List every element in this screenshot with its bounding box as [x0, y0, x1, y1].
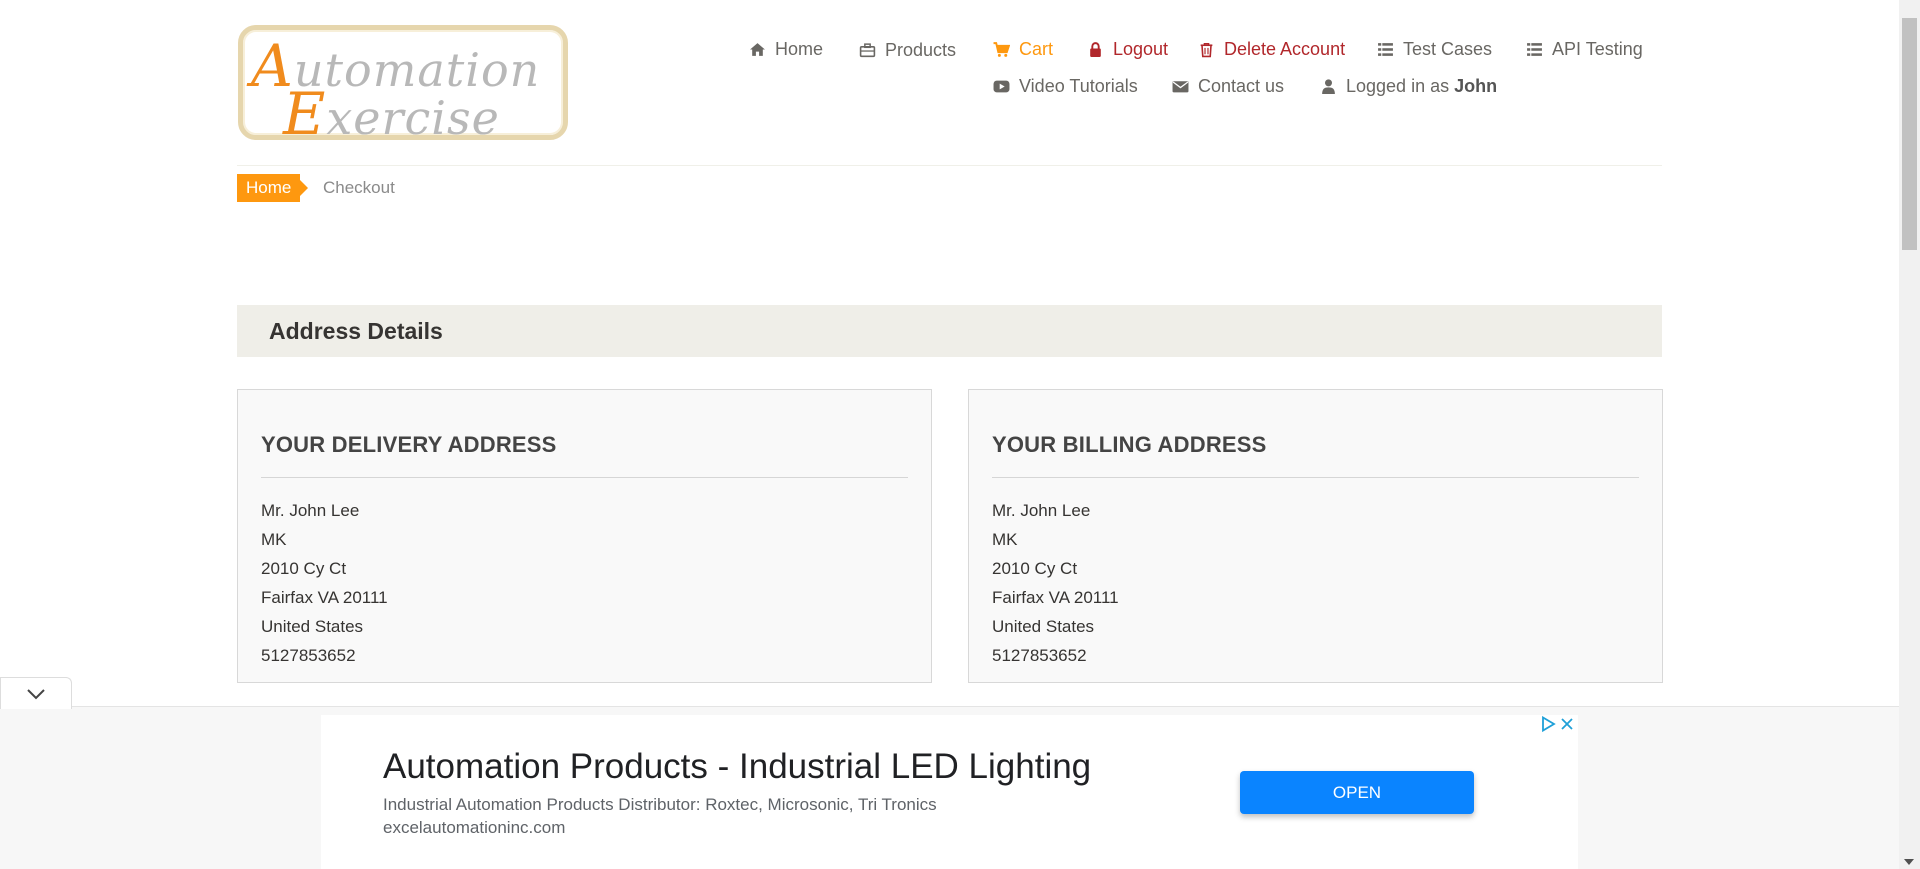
- ad-choices-icon[interactable]: [1539, 715, 1557, 733]
- billing-company: MK: [992, 530, 1018, 549]
- billing-country: United States: [992, 617, 1095, 636]
- nav-delete-account[interactable]: Delete Account: [1198, 39, 1345, 60]
- delivery-street: 2010 Cy Ct: [261, 559, 347, 578]
- address-details-header: Address Details: [237, 305, 1662, 357]
- nav-video-tutorials[interactable]: Video Tutorials: [993, 76, 1138, 97]
- nav-video-tutorials-label: Video Tutorials: [1019, 76, 1138, 96]
- site-logo[interactable]: Automation Exercise: [238, 25, 568, 148]
- delivery-city-state-zip: Fairfax VA 20111: [261, 588, 388, 607]
- nav-logout-label: Logout: [1113, 39, 1169, 59]
- delivery-address-card: YOUR DELIVERY ADDRESS Mr. John Lee MK 20…: [237, 389, 932, 683]
- youtube-play-icon: [993, 80, 1010, 93]
- nav-cart[interactable]: Cart: [993, 39, 1053, 60]
- delivery-address-heading: YOUR DELIVERY ADDRESS: [261, 432, 557, 457]
- delivery-company: MK: [261, 530, 287, 549]
- ad-card[interactable]: Automation Products - Industrial LED Lig…: [321, 715, 1578, 869]
- scroll-down-arrow-icon[interactable]: [1904, 859, 1914, 865]
- billing-divider: [992, 477, 1639, 478]
- briefcase-icon: [859, 43, 876, 58]
- nav-test-cases[interactable]: Test Cases: [1377, 39, 1492, 60]
- lock-icon: [1090, 42, 1101, 57]
- billing-name: Mr. John Lee: [992, 501, 1091, 520]
- delivery-phone: 5127853652: [261, 646, 356, 665]
- billing-street: 2010 Cy Ct: [992, 559, 1078, 578]
- breadcrumb-home[interactable]: Home: [237, 174, 309, 202]
- ad-title[interactable]: Automation Products - Industrial LED Lig…: [383, 747, 1091, 787]
- nav-api-testing[interactable]: API Testing: [1526, 39, 1643, 60]
- cart-icon: [993, 42, 1010, 57]
- breadcrumb-current: Checkout: [323, 178, 395, 197]
- delivery-address-lines: Mr. John Lee MK 2010 Cy Ct Fairfax VA 20…: [261, 496, 388, 670]
- billing-address-card: YOUR BILLING ADDRESS Mr. John Lee MK 201…: [968, 389, 1663, 683]
- nav-logged-in-user[interactable]: Logged in as John: [1320, 76, 1497, 97]
- nav-test-cases-label: Test Cases: [1403, 39, 1493, 59]
- ad-open-button[interactable]: OPEN: [1240, 771, 1474, 814]
- envelope-icon: [1172, 81, 1189, 93]
- logged-in-prefix: Logged in as: [1346, 76, 1450, 96]
- nav-home-label: Home: [775, 39, 824, 59]
- nav-contact-us-label: Contact us: [1198, 76, 1285, 96]
- ad-description: Industrial Automation Products Distribut…: [383, 795, 937, 814]
- billing-address-heading: YOUR BILLING ADDRESS: [992, 432, 1267, 457]
- scrollbar-thumb[interactable]: [1902, 18, 1917, 250]
- nav-delete-account-label: Delete Account: [1224, 39, 1346, 59]
- ad-collapse-toggle[interactable]: [0, 677, 72, 709]
- delivery-name: Mr. John Lee: [261, 501, 360, 520]
- nav-products[interactable]: Products: [859, 40, 956, 61]
- delivery-divider: [261, 477, 908, 478]
- nav-api-testing-label: API Testing: [1552, 39, 1643, 59]
- list-icon: [1378, 43, 1393, 56]
- address-details-title: Address Details: [269, 318, 443, 344]
- logo-rest-2: xercise: [326, 91, 500, 145]
- nav-products-label: Products: [885, 40, 957, 60]
- header-divider: [237, 165, 1662, 166]
- page-scrollbar[interactable]: [1899, 0, 1920, 869]
- list-icon: [1527, 43, 1542, 56]
- nav-contact-us[interactable]: Contact us: [1172, 76, 1284, 97]
- billing-city-state-zip: Fairfax VA 20111: [992, 588, 1119, 607]
- user-icon: [1322, 79, 1335, 94]
- logo-initial-e: E: [283, 80, 327, 148]
- billing-address-lines: Mr. John Lee MK 2010 Cy Ct Fairfax VA 20…: [992, 496, 1119, 670]
- nav-logout[interactable]: Logout: [1087, 39, 1168, 60]
- logged-in-text: Logged in as John: [1346, 76, 1497, 97]
- trash-icon: [1200, 42, 1213, 58]
- nav-home[interactable]: Home: [749, 39, 823, 60]
- logged-in-username: John: [1454, 76, 1498, 96]
- close-icon[interactable]: [1559, 716, 1575, 732]
- home-icon: [750, 43, 765, 56]
- delivery-country: United States: [261, 617, 364, 636]
- nav-cart-label: Cart: [1019, 39, 1054, 59]
- logo-line-2: Exercise: [283, 80, 500, 148]
- ad-url[interactable]: excelautomationinc.com: [383, 818, 565, 838]
- chevron-down-icon: [27, 688, 45, 699]
- billing-phone: 5127853652: [992, 646, 1087, 665]
